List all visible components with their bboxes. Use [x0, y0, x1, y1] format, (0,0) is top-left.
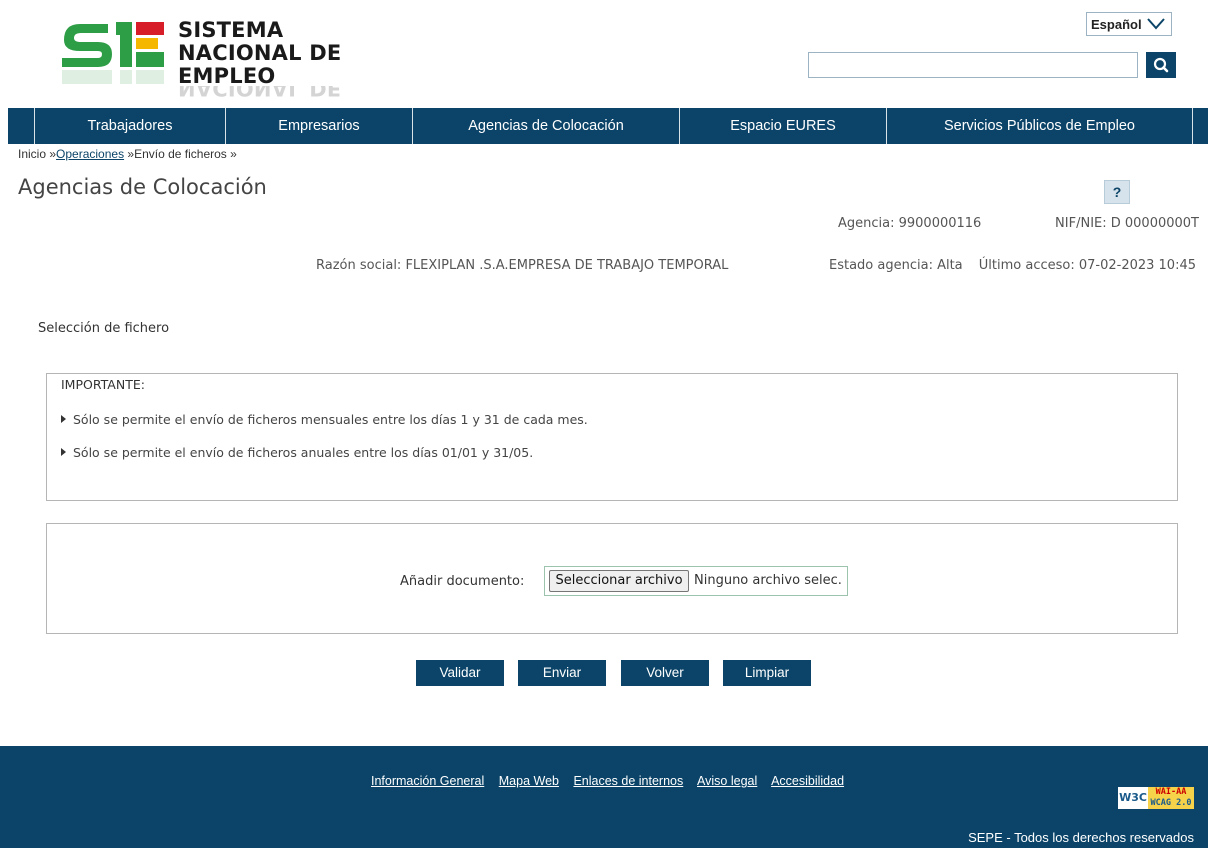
limpiar-button[interactable]: Limpiar [723, 660, 811, 686]
file-status: Ninguno archivo selec. [694, 573, 842, 588]
list-item: Sólo se permite el envío de ficheros anu… [61, 445, 533, 460]
breadcrumb-home[interactable]: Inicio [18, 147, 46, 161]
file-input[interactable]: Seleccionar archivo Ninguno archivo sele… [544, 566, 848, 596]
wai-aa-badge: WAI-AA WCAG 2.0 [1148, 787, 1194, 809]
wcag-badge[interactable]: W3C WAI-AA WCAG 2.0 [1118, 787, 1194, 809]
note-text: Sólo se permite el envío de ficheros men… [73, 412, 588, 427]
wai-aa-text: WAI-AA [1155, 787, 1187, 797]
sne-logo-icon [62, 22, 164, 84]
nav-item-servicios[interactable]: Servicios Públicos de Empleo [887, 108, 1192, 144]
footer-link-aviso[interactable]: Aviso legal [697, 774, 757, 788]
logo-line2: NACIONAL DE EMPLEO [178, 41, 342, 88]
logo-line1: SISTEMA [178, 18, 284, 42]
help-button[interactable]: ? [1104, 180, 1130, 204]
section-title: Selección de fichero [38, 321, 170, 336]
agency-nif: NIF/NIE: D 00000000T [1055, 216, 1199, 231]
footer-link-mapa[interactable]: Mapa Web [499, 774, 559, 788]
footer: Información General Mapa Web Enlaces de … [0, 746, 1208, 848]
logo-reflection: NACIONAL DE EMPLEO [178, 86, 342, 99]
bullet-arrow-icon [61, 415, 66, 423]
breadcrumb: Inicio »Operaciones »Envío de ficheros » [18, 147, 237, 161]
agency-razon-social: Razón social: FLEXIPLAN .S.A.EMPRESA DE … [316, 258, 729, 273]
copyright: SEPE - Todos los derechos reservados [968, 830, 1194, 845]
language-value: Español [1091, 17, 1142, 32]
agency-number: Agencia: 9900000116 [838, 216, 982, 231]
important-heading: IMPORTANTE: [61, 377, 145, 392]
sne-logo[interactable]: SISTEMA NACIONAL DE EMPLEO NACIONAL DE E… [60, 14, 430, 99]
footer-link-accesibilidad[interactable]: Accesibilidad [771, 774, 844, 788]
select-file-button[interactable]: Seleccionar archivo [549, 570, 689, 592]
volver-button[interactable]: Volver [621, 660, 709, 686]
breadcrumb-sep: » [46, 147, 57, 161]
enviar-button[interactable]: Enviar [518, 660, 606, 686]
footer-link-informacion[interactable]: Información General [371, 774, 484, 788]
note-text: Sólo se permite el envío de ficheros anu… [73, 445, 534, 460]
agency-estado: Estado agencia: Alta [829, 258, 963, 273]
page-title: Agencias de Colocación [18, 175, 267, 199]
logo-text: SISTEMA NACIONAL DE EMPLEO NACIONAL DE E… [178, 18, 430, 100]
nav-separator [1192, 108, 1193, 144]
breadcrumb-operaciones-link[interactable]: Operaciones [56, 147, 124, 161]
important-box: IMPORTANTE: Sólo se permite el envío de … [46, 373, 1178, 501]
search-input[interactable] [808, 52, 1138, 78]
list-item: Sólo se permite el envío de ficheros men… [61, 412, 588, 427]
breadcrumb-current: »Envío de ficheros » [124, 147, 237, 161]
validar-button[interactable]: Validar [416, 660, 504, 686]
nav-item-empresarios[interactable]: Empresarios [226, 108, 412, 144]
footer-links: Información General Mapa Web Enlaces de … [371, 774, 855, 788]
wcag-text: WCAG 2.0 [1150, 798, 1192, 808]
chevron-down-icon [1147, 18, 1165, 30]
nav-item-agencias[interactable]: Agencias de Colocación [413, 108, 679, 144]
main-nav: Trabajadores Empresarios Agencias de Col… [8, 108, 1208, 144]
footer-link-enlaces[interactable]: Enlaces de internos [573, 774, 683, 788]
search-button[interactable] [1146, 52, 1176, 78]
nav-item-eures[interactable]: Espacio EURES [680, 108, 886, 144]
bullet-arrow-icon [61, 448, 66, 456]
add-document-label: Añadir documento: [400, 574, 525, 589]
nav-item-trabajadores[interactable]: Trabajadores [35, 108, 225, 144]
w3c-logo: W3C [1118, 787, 1148, 809]
language-select[interactable]: Español [1086, 12, 1172, 36]
search-icon [1153, 57, 1169, 73]
agency-ultimo-acceso: Último acceso: 07-02-2023 10:45 [978, 258, 1196, 273]
